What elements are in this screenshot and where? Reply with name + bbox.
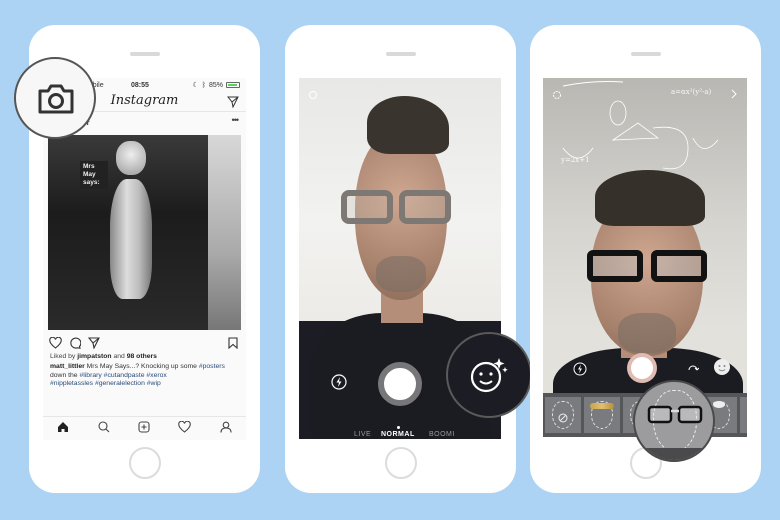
phone-speaker <box>630 52 661 56</box>
glasses-filter-callout <box>633 380 715 462</box>
subject-hair <box>595 170 705 226</box>
home-button[interactable] <box>384 447 417 479</box>
mode-boomerang[interactable]: BOOMI <box>429 431 455 438</box>
phone-camera-normal: LIVE NORMAL BOOMI <box>285 25 516 493</box>
home-button[interactable] <box>128 447 161 479</box>
hashtag[interactable]: #library <box>79 372 101 379</box>
flash-icon[interactable] <box>331 374 347 395</box>
glasses-filter-icon[interactable] <box>647 404 703 431</box>
no-filter-icon <box>558 410 568 428</box>
glasses-filter-overlay <box>587 250 707 282</box>
flip-camera-icon[interactable] <box>687 363 700 381</box>
collage-figure <box>106 141 156 329</box>
status-right: ☾ ᛒ 85% <box>192 81 240 89</box>
filter-none[interactable] <box>545 397 581 433</box>
add-post-icon[interactable] <box>138 420 150 438</box>
poster-caption: Mrs May says: <box>80 161 108 189</box>
comment-icon[interactable] <box>69 336 82 354</box>
face-filter-screen: a=αx²(y²-a) y=2x+1 <box>543 78 747 437</box>
subject-beard <box>618 313 676 353</box>
battery-icon <box>226 82 240 88</box>
hashtag[interactable]: #xerox <box>146 372 166 379</box>
battery-percent: 85% <box>208 81 223 89</box>
tab-bar <box>43 416 246 440</box>
shutter-button[interactable] <box>627 353 657 383</box>
post-actions <box>49 336 240 350</box>
hashtag[interactable]: #cutandpaste <box>104 372 145 379</box>
bluetooth-icon: ᛒ <box>201 81 206 89</box>
likes-prefix: Liked by <box>50 353 78 360</box>
bookmark-icon[interactable] <box>228 336 238 354</box>
callout-strip-shadow <box>635 448 713 460</box>
subject-glasses <box>341 190 451 224</box>
likes-mid: and <box>111 353 127 360</box>
settings-icon[interactable] <box>308 87 318 105</box>
face-filter-icon[interactable] <box>713 358 731 381</box>
settings-icon[interactable] <box>552 87 562 105</box>
phone-speaker <box>129 52 160 56</box>
mode-live[interactable]: LIVE <box>354 431 371 438</box>
hashtag[interactable]: #wip <box>147 380 161 387</box>
phone-speaker <box>385 52 416 56</box>
heart-icon[interactable] <box>49 336 62 354</box>
search-icon[interactable] <box>98 420 110 438</box>
activity-heart-icon[interactable] <box>178 420 192 438</box>
filter-sparkle[interactable] <box>740 397 747 433</box>
more-options-button[interactable]: ••• <box>232 115 240 125</box>
face-filter-icon[interactable] <box>468 356 508 399</box>
paper-plane-icon[interactable] <box>226 95 239 113</box>
subject-beard <box>376 256 426 292</box>
likes-count-link[interactable]: 98 others <box>127 353 157 360</box>
subject-hair <box>367 96 449 154</box>
post-image[interactable]: Mrs May says: <box>48 135 241 330</box>
hashtag[interactable]: #posters <box>199 363 225 370</box>
home-icon[interactable] <box>57 420 69 438</box>
mode-normal[interactable]: NORMAL <box>381 431 415 438</box>
caption-username[interactable]: matt_littler <box>50 363 85 370</box>
poster-portrait <box>208 135 241 330</box>
shutter-button[interactable] <box>378 362 422 406</box>
status-time: 08:55 <box>131 81 149 89</box>
caption-text: Mrs May Says...? Knocking up some <box>84 363 199 370</box>
post-caption: matt_littler Mrs May Says...? Knocking u… <box>50 363 240 389</box>
face-filter-callout <box>446 332 532 418</box>
selected-mode-indicator <box>397 426 400 429</box>
hashtag[interactable]: #generalelection <box>95 380 145 387</box>
collage-head <box>116 141 146 175</box>
caption-join: down the <box>50 371 80 379</box>
likes-line: Liked by jimpatston and 98 others <box>50 353 157 360</box>
flash-icon[interactable] <box>573 362 587 381</box>
camera-icon[interactable] <box>37 83 75 120</box>
profile-icon[interactable] <box>220 420 232 438</box>
likes-user-link[interactable]: jimpatston <box>77 353 111 360</box>
flower-crown-graphic <box>590 403 614 409</box>
bunny-graphic <box>713 401 725 408</box>
filter-flower-crown[interactable] <box>584 397 620 433</box>
share-icon[interactable] <box>87 336 100 354</box>
chevron-right-icon[interactable] <box>731 86 737 104</box>
moon-icon: ☾ <box>192 82 199 89</box>
collage-body <box>110 179 152 299</box>
hashtag[interactable]: #nippletassles <box>50 380 93 387</box>
camera-callout <box>14 57 96 139</box>
